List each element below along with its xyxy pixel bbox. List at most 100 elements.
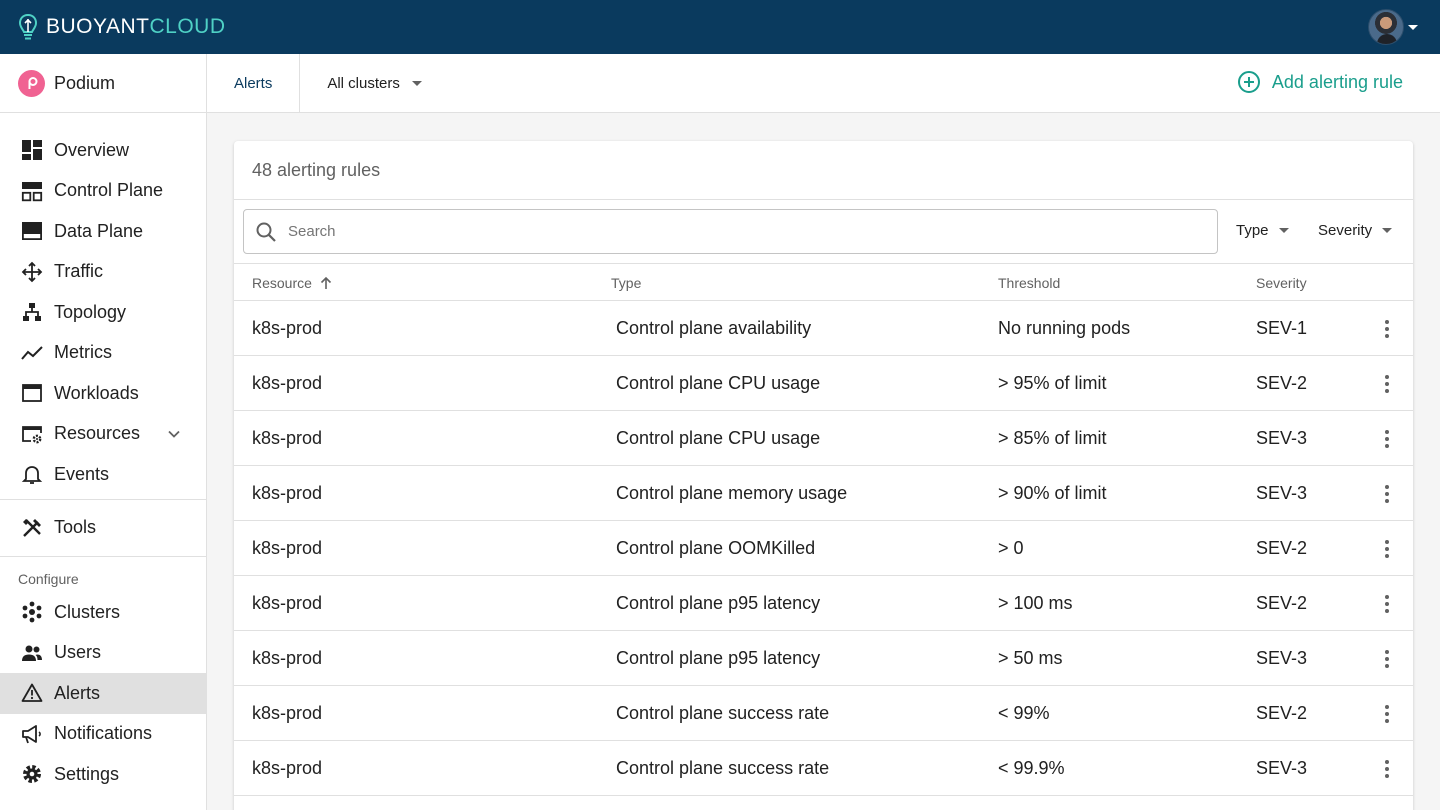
sidebar-item-metrics[interactable]: Metrics <box>0 333 206 374</box>
add-alerting-rule-button[interactable]: Add alerting rule <box>1237 70 1403 94</box>
org-switcher[interactable]: Podium <box>0 54 206 113</box>
table-row[interactable]: k8s-prod Control plane memory usage > 90… <box>234 466 1413 521</box>
brand-name-part1: BUOYANT <box>46 15 150 38</box>
sidebar-item-label: Resources <box>54 423 141 444</box>
severity-filter-label: Severity <box>1318 222 1373 239</box>
sidebar-item-resources[interactable]: Resources <box>0 414 206 455</box>
breadcrumb[interactable]: Alerts <box>207 53 301 113</box>
column-header-severity[interactable]: Severity <box>1256 275 1307 291</box>
sidebar-item-settings[interactable]: Settings <box>0 754 206 795</box>
table-row[interactable]: k8s-prod Control plane success rate < 99… <box>234 686 1413 741</box>
column-header-type[interactable]: Type <box>611 275 641 291</box>
sidebar-item-label: Notifications <box>54 723 153 744</box>
gear-icon <box>20 762 44 786</box>
users-icon <box>20 641 44 665</box>
more-vert-icon[interactable] <box>1375 482 1399 506</box>
sidebar-item-clusters[interactable]: Clusters <box>0 592 206 633</box>
sidebar-item-label: Metrics <box>54 342 112 363</box>
cell-resource: k8s-prod <box>252 648 323 668</box>
top-bar: BUOYANTCLOUD <box>0 0 1440 54</box>
more-vert-icon[interactable] <box>1375 537 1399 561</box>
sidebar-item-label: Users <box>54 642 102 663</box>
sidebar-item-control-plane[interactable]: Control Plane <box>0 171 206 212</box>
more-vert-icon[interactable] <box>1375 317 1399 341</box>
cell-type: Control plane CPU usage <box>616 428 821 448</box>
control-plane-icon <box>20 179 44 203</box>
cell-threshold: > 50 ms <box>998 648 1063 668</box>
table-header: Resource Type Threshold Severity <box>234 264 1413 301</box>
cell-type: Control plane availability <box>616 318 812 338</box>
sidebar-item-label: Overview <box>54 139 130 160</box>
type-filter-label: Type <box>1236 222 1269 239</box>
cell-severity: SEV-2 <box>1256 538 1308 558</box>
table-row[interactable]: k8s-prod Control plane CPU usage > 85% o… <box>234 411 1413 466</box>
column-header-label: Threshold <box>998 275 1061 291</box>
tools-nav: Tools <box>0 500 206 557</box>
severity-filter[interactable]: Severity <box>1318 222 1393 239</box>
cell-resource: k8s-prod <box>252 373 323 393</box>
sidebar-item-label: Tools <box>54 517 97 538</box>
bell-icon <box>20 462 44 486</box>
search-box[interactable] <box>243 209 1218 254</box>
type-filter[interactable]: Type <box>1236 222 1289 239</box>
cell-threshold: > 85% of limit <box>998 428 1107 448</box>
sidebar-item-data-plane[interactable]: Data Plane <box>0 211 206 252</box>
table-row[interactable]: k8s-prod Control plane availability No r… <box>234 301 1413 356</box>
resources-settings-icon <box>20 422 44 446</box>
cell-type: Control plane success rate <box>616 758 830 778</box>
table-row[interactable]: k8s-prod Control plane success rate < 99… <box>234 741 1413 796</box>
dashboard-icon <box>20 138 44 162</box>
more-vert-icon[interactable] <box>1375 647 1399 671</box>
table-toolbar: Type Severity <box>234 200 1413 264</box>
cell-resource: k8s-prod <box>252 538 323 558</box>
more-vert-icon[interactable] <box>1375 592 1399 616</box>
metrics-line-icon <box>20 341 44 365</box>
sidebar-item-topology[interactable]: Topology <box>0 292 206 333</box>
more-vert-icon[interactable] <box>1375 757 1399 781</box>
column-header-threshold[interactable]: Threshold <box>998 275 1060 291</box>
cell-severity: SEV-3 <box>1256 428 1308 448</box>
brand-logo[interactable]: BUOYANTCLOUD <box>18 0 225 54</box>
cluster-select[interactable]: All clusters <box>327 75 422 92</box>
cell-threshold: > 95% of limit <box>998 373 1107 393</box>
user-menu[interactable] <box>1368 9 1418 45</box>
add-circle-icon <box>1237 71 1260 93</box>
data-plane-icon <box>20 219 44 243</box>
sidebar-item-overview[interactable]: Overview <box>0 130 206 171</box>
page-header: Alerts All clusters Add alerting rule <box>207 53 1440 113</box>
sidebar-item-users[interactable]: Users <box>0 633 206 674</box>
cell-type: Control plane CPU usage <box>616 373 821 393</box>
sidebar-item-events[interactable]: Events <box>0 454 206 495</box>
table-row[interactable]: k8s-prod Control plane CPU usage > 95% o… <box>234 356 1413 411</box>
cell-threshold: No running pods <box>998 318 1131 338</box>
table-row[interactable]: k8s-prod Control plane p95 latency > 50 … <box>234 631 1413 686</box>
sidebar-item-notifications[interactable]: Notifications <box>0 714 206 755</box>
tools-icon <box>20 516 44 540</box>
table-body: k8s-prod Control plane availability No r… <box>234 301 1413 796</box>
table-row[interactable]: k8s-prod Control plane p95 latency > 100… <box>234 576 1413 631</box>
cell-type: Control plane memory usage <box>616 483 848 503</box>
cell-severity: SEV-3 <box>1256 758 1308 778</box>
avatar[interactable] <box>1368 9 1404 45</box>
arrow-up-icon <box>320 276 331 289</box>
sidebar-item-tools[interactable]: Tools <box>0 508 206 549</box>
sidebar-item-alerts[interactable]: Alerts <box>0 673 206 714</box>
cell-resource: k8s-prod <box>252 483 323 503</box>
search-icon <box>256 222 276 242</box>
more-vert-icon[interactable] <box>1375 427 1399 451</box>
column-header-resource[interactable]: Resource <box>252 275 334 291</box>
org-logo-icon <box>18 69 45 97</box>
table-row[interactable]: k8s-prod Control plane OOMKilled > 0 SEV… <box>234 521 1413 576</box>
search-input[interactable] <box>288 223 1168 240</box>
warning-triangle-icon <box>20 681 44 705</box>
sidebar-item-workloads[interactable]: Workloads <box>0 373 206 414</box>
chevron-down-icon <box>411 80 422 86</box>
cell-resource: k8s-prod <box>252 703 323 723</box>
sidebar-item-traffic[interactable]: Traffic <box>0 252 206 293</box>
sidebar-item-label: Traffic <box>54 261 104 282</box>
brand-name: BUOYANTCLOUD <box>46 15 225 39</box>
primary-nav: Overview Control Plane Data Plane Traffi… <box>0 113 206 495</box>
more-vert-icon[interactable] <box>1375 702 1399 726</box>
cell-severity: SEV-3 <box>1256 483 1308 503</box>
more-vert-icon[interactable] <box>1375 372 1399 396</box>
